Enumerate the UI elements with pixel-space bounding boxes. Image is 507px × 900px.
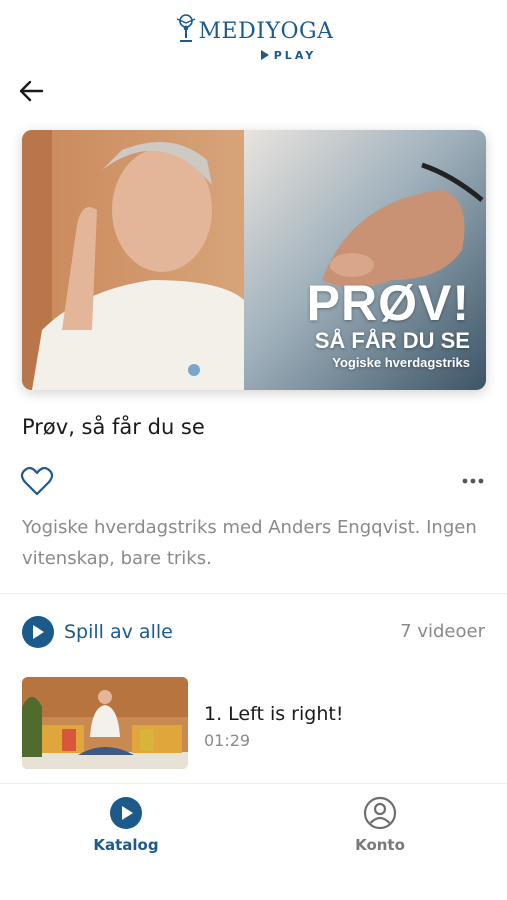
program-title: Prøv, så får du se [22,415,205,439]
program-hero-image: PRØV! SÅ FÅR DU SE Yogiske hverdagstriks [22,130,486,390]
tab-catalog[interactable]: Katalog [76,796,176,854]
more-horizontal-icon[interactable] [458,471,488,491]
video-thumbnail [22,677,188,769]
play-circle-icon [22,616,54,648]
hero-tagline: Yogiske hverdagstriks [332,355,470,370]
hero-overlay-text: PRØV! SÅ FÅR DU SE Yogiske hverdagstriks [306,275,470,372]
arrow-left-icon[interactable] [18,78,46,104]
logo-wordmark: MEDIYOGA [198,19,334,44]
play-all-button[interactable]: Spill av alle [22,615,173,649]
yoga-figure-logo-icon [176,14,195,42]
hero-subheadline: SÅ FÅR DU SE [314,328,470,353]
user-circle-icon [363,796,397,830]
tab-account-label: Konto [355,836,405,854]
video-title: 1. Left is right! [204,703,344,725]
bottom-tab-bar: Katalog Konto [0,783,507,900]
program-description: Yogiske hverdagstriks med Anders Engqvis… [22,517,477,569]
play-circle-icon [110,797,142,829]
video-count: 7 videoer [400,621,485,642]
play-all-label: Spill av alle [64,621,173,643]
logo-subtitle: PLAY [0,49,507,62]
tab-catalog-label: Katalog [93,836,159,854]
hero-headline: PRØV! [306,275,470,331]
app-logo: MEDIYOGA PLAY [0,14,507,62]
video-duration: 01:29 [204,731,251,750]
video-list-item[interactable]: 1. Left is right! 01:29 [22,677,486,769]
heart-outline-icon[interactable] [20,466,54,498]
tab-account[interactable]: Konto [330,796,430,854]
divider [0,593,507,594]
